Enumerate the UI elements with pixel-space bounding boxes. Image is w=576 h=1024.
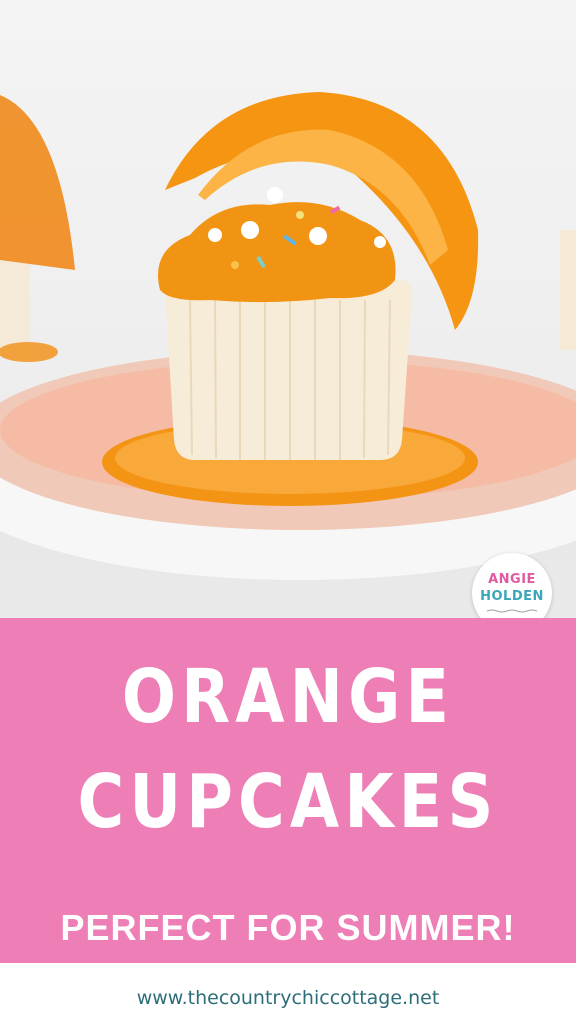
logo-tagline-scribble — [486, 609, 538, 613]
title-line-1: ORANGE — [121, 654, 455, 740]
subtitle: PERFECT FOR SUMMER! — [60, 907, 516, 948]
footer: www.thecountrychiccottage.net — [0, 963, 576, 1024]
cupcake-photo — [0, 0, 576, 618]
title-line-2: CUPCAKES — [77, 759, 499, 845]
website-link[interactable]: www.thecountrychiccottage.net — [0, 989, 576, 1008]
logo-line-1: ANGIE — [488, 572, 536, 587]
cupcake-illustration — [0, 92, 576, 618]
logo-line-2: HOLDEN — [480, 589, 544, 604]
